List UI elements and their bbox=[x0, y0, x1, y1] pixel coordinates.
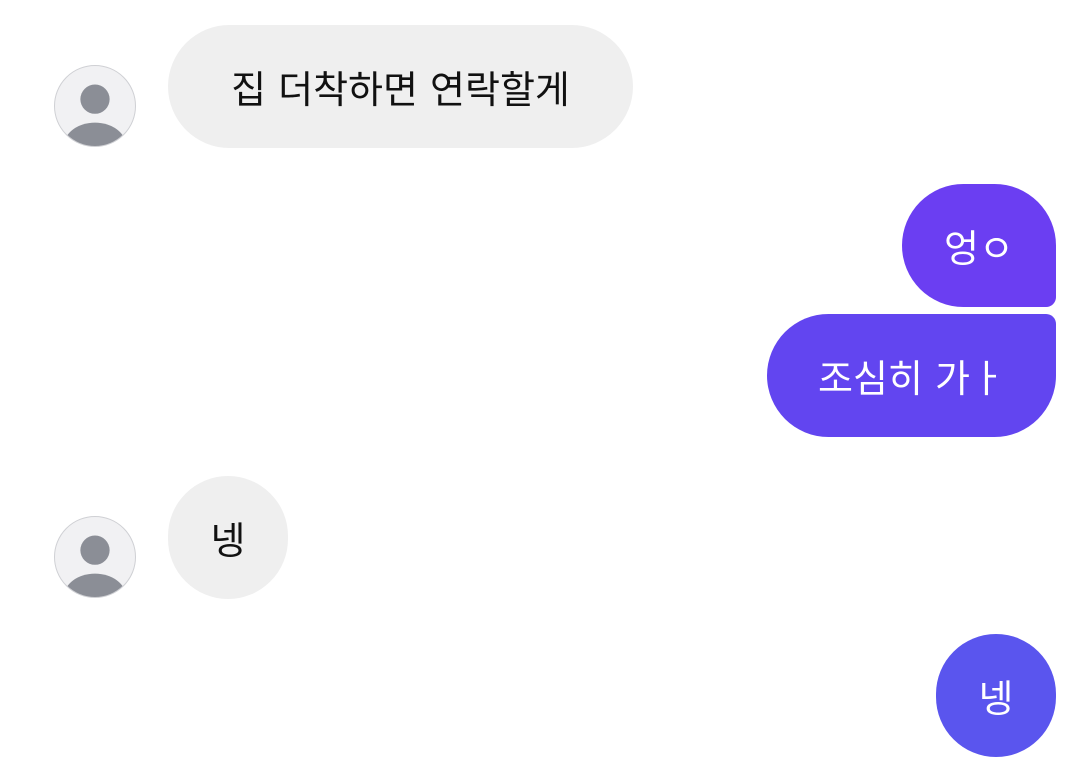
person-silhouette-icon bbox=[63, 84, 127, 146]
message-text: 집 더착하면 연락할게 bbox=[231, 68, 570, 112]
outgoing-message-bubble[interactable]: 엉ㅇ bbox=[902, 184, 1056, 307]
message-text: 넹 bbox=[210, 519, 246, 563]
contact-avatar[interactable] bbox=[54, 516, 136, 598]
message-text: 조심히 가ㅏ bbox=[818, 357, 1005, 401]
person-silhouette-icon bbox=[63, 535, 127, 597]
message-text: 넹 bbox=[978, 677, 1014, 721]
incoming-message-bubble[interactable]: 집 더착하면 연락할게 bbox=[168, 25, 633, 148]
outgoing-message-bubble[interactable]: 넹 bbox=[936, 634, 1056, 757]
message-text: 엉ㅇ bbox=[944, 227, 1014, 271]
outgoing-message-bubble[interactable]: 조심히 가ㅏ bbox=[767, 314, 1056, 437]
contact-avatar[interactable] bbox=[54, 65, 136, 147]
incoming-message-bubble[interactable]: 넹 bbox=[168, 476, 288, 599]
